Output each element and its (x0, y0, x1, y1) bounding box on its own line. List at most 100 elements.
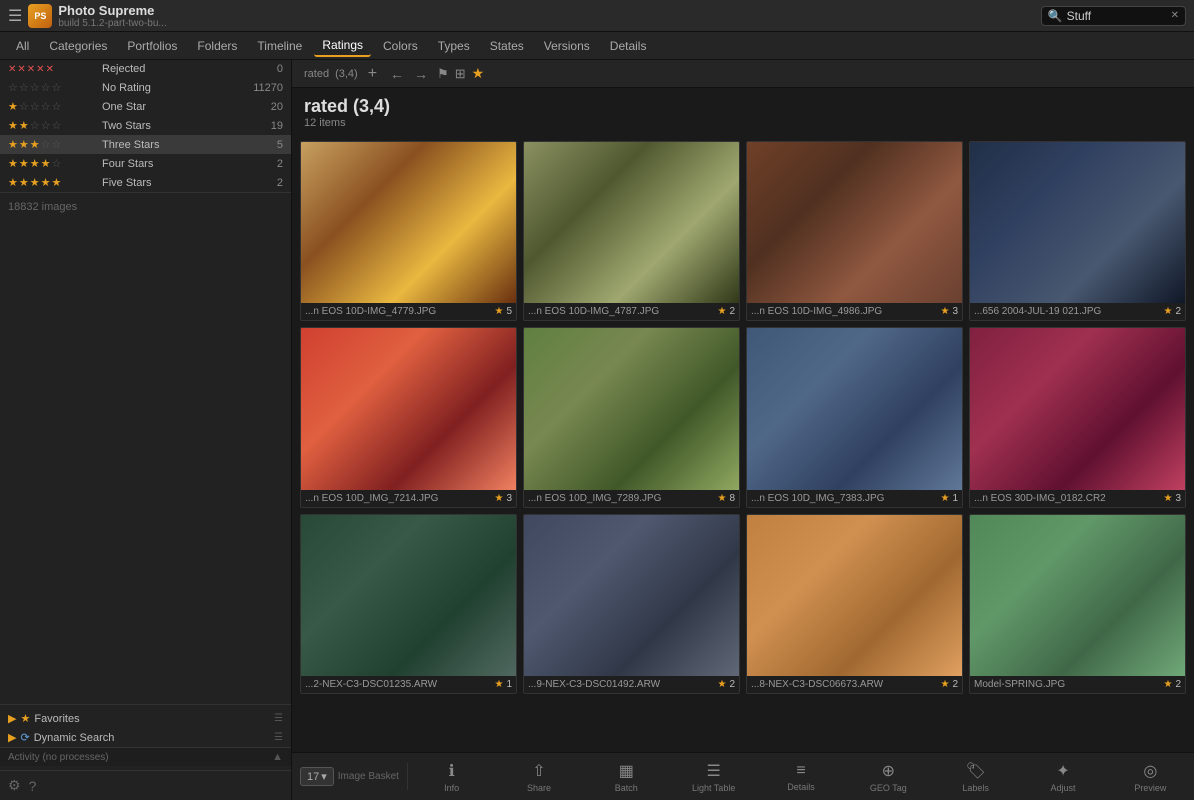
star-5: ☆ (52, 138, 62, 151)
photo-rating-3: 2 (1175, 306, 1181, 317)
dynamic-menu-icon[interactable]: ☰ (274, 732, 283, 743)
forward-button[interactable]: → (411, 66, 431, 82)
tab-categories[interactable]: Categories (41, 36, 115, 56)
photo-footer-7: ...n EOS 30D-IMG_0182.CR2★3 (970, 490, 1185, 507)
photo-star-3: ★ (1163, 306, 1172, 317)
search-box: 🔍 ✕ (1041, 6, 1186, 26)
tab-types[interactable]: Types (430, 36, 478, 56)
star-3: ★ (30, 138, 40, 151)
tab-colors[interactable]: Colors (375, 36, 426, 56)
star-1: ★ (8, 100, 18, 113)
stack-icon[interactable]: ⊞ (455, 66, 466, 82)
photo-item-0[interactable]: ...n EOS 10D-IMG_4779.JPG★5 (300, 141, 517, 321)
rating-row-four-stars[interactable]: ★ ★ ★ ★ ☆ Four Stars 2 (0, 154, 291, 173)
photo-star-1: ★ (717, 306, 726, 317)
reject-x-2: ✕ (17, 64, 25, 75)
photo-item-3[interactable]: ...656 2004-JUL-19 021.JPG★2 (969, 141, 1186, 321)
star-3: ★ (30, 157, 40, 170)
one-star-stars: ★ ☆ ☆ ☆ ☆ (8, 100, 98, 113)
photo-item-4[interactable]: ...n EOS 10D_IMG_7214.JPG★3 (300, 327, 517, 507)
photo-thumbnail-1 (524, 142, 739, 303)
rating-row-two-stars[interactable]: ★ ★ ☆ ☆ ☆ Two Stars 19 (0, 116, 291, 135)
add-icon[interactable]: ▲ (272, 751, 283, 763)
photo-star-7: ★ (1163, 493, 1172, 504)
image-basket-button[interactable]: 17 ▾ (300, 767, 334, 786)
details-icon: ≡ (796, 762, 805, 780)
rating-row-rejected[interactable]: ✕ ✕ ✕ ✕ ✕ Rejected 0 (0, 60, 291, 78)
rating-row-three-stars[interactable]: ★ ★ ★ ☆ ☆ Three Stars 5 (0, 135, 291, 154)
favorite-toggle[interactable]: ★ (472, 65, 485, 82)
sidebar-icons: ⚙ ? (0, 770, 291, 800)
sidebar: ✕ ✕ ✕ ✕ ✕ Rejected 0 ☆ ☆ ☆ ☆ ☆ No Rat (0, 60, 292, 800)
photo-item-10[interactable]: ...8-NEX-C3-DSC06673.ARW★2 (746, 514, 963, 694)
photo-rating-4: 3 (506, 493, 512, 504)
bottom-share[interactable]: ⇧ Share (495, 757, 582, 797)
photo-name-5: ...n EOS 10D_IMG_7289.JPG (528, 493, 714, 504)
bottom-info[interactable]: ℹ Info (408, 757, 495, 797)
light-table-icon: ☰ (706, 761, 720, 781)
photo-item-7[interactable]: ...n EOS 30D-IMG_0182.CR2★3 (969, 327, 1186, 507)
tab-states[interactable]: States (482, 36, 532, 56)
star-icon: ★ (20, 712, 30, 725)
photo-rating-5: 8 (729, 493, 735, 504)
star-4: ☆ (41, 100, 51, 113)
photo-item-6[interactable]: ...n EOS 10D_IMG_7383.JPG★1 (746, 327, 963, 507)
app-icon: PS (28, 4, 52, 28)
tab-all[interactable]: All (8, 36, 37, 56)
photo-item-11[interactable]: Model-SPRING.JPG★2 (969, 514, 1186, 694)
tab-portfolios[interactable]: Portfolios (119, 36, 185, 56)
filter-icon[interactable]: ⚑ (437, 66, 449, 82)
star-2: ★ (19, 119, 29, 132)
bottom-details[interactable]: ≡ Details (757, 758, 844, 796)
app-subtitle: build 5.1.2-part-two-bu... (58, 18, 166, 29)
share-label: Share (527, 783, 551, 793)
photo-item-9[interactable]: ...9-NEX-C3-DSC01492.ARW★2 (523, 514, 740, 694)
search-input[interactable] (1067, 9, 1167, 23)
geo-tag-icon: ⊕ (882, 761, 895, 781)
menu-icon[interactable]: ☰ (8, 6, 22, 26)
help-icon[interactable]: ? (29, 778, 37, 794)
clear-search-icon[interactable]: ✕ (1171, 10, 1179, 21)
photo-rating-9: 2 (729, 679, 735, 690)
photo-item-2[interactable]: ...n EOS 10D-IMG_4986.JPG★3 (746, 141, 963, 321)
bottom-geo-tag[interactable]: ⊕ GEO Tag (845, 757, 932, 797)
tab-versions[interactable]: Versions (536, 36, 598, 56)
bottom-batch[interactable]: ▦ Batch (583, 757, 670, 797)
photo-item-8[interactable]: ...2-NEX-C3-DSC01235.ARW★1 (300, 514, 517, 694)
sidebar-favorites[interactable]: ▶ ★ Favorites ☰ (0, 709, 291, 728)
tab-timeline[interactable]: Timeline (249, 36, 310, 56)
one-star-label: One Star (102, 101, 255, 113)
star-5: ☆ (52, 119, 62, 132)
rated-word: rated (304, 96, 348, 116)
star-3: ☆ (30, 100, 40, 113)
tab-details[interactable]: Details (602, 36, 655, 56)
tab-ratings[interactable]: Ratings (314, 35, 371, 57)
photo-star-10: ★ (940, 679, 949, 690)
rating-row-one-star[interactable]: ★ ☆ ☆ ☆ ☆ One Star 20 (0, 97, 291, 116)
dynamic-search-label: Dynamic Search (34, 732, 115, 744)
add-filter-button[interactable]: + (364, 65, 381, 83)
folder-menu-icon[interactable]: ☰ (274, 713, 283, 724)
photo-item-1[interactable]: ...n EOS 10D-IMG_4787.JPG★2 (523, 141, 740, 321)
back-button[interactable]: ← (387, 66, 407, 82)
no-star-2: ☆ (19, 81, 29, 94)
photo-name-6: ...n EOS 10D_IMG_7383.JPG (751, 493, 937, 504)
sidebar-bottom: ▶ ★ Favorites ☰ ▶ ⟳ Dynamic Search ☰ Act… (0, 704, 291, 770)
bottom-labels[interactable]: 🏷 Labels (932, 757, 1019, 797)
rating-row-no-rating[interactable]: ☆ ☆ ☆ ☆ ☆ No Rating 11270 (0, 78, 291, 97)
two-stars-label: Two Stars (102, 120, 255, 132)
rating-row-five-stars[interactable]: ★ ★ ★ ★ ★ Five Stars 2 (0, 173, 291, 192)
star-1: ★ (8, 176, 18, 189)
navbar: All Categories Portfolios Folders Timeli… (0, 32, 1194, 60)
tab-folders[interactable]: Folders (189, 36, 245, 56)
star-5: ☆ (52, 100, 62, 113)
settings-icon[interactable]: ⚙ (8, 777, 21, 794)
sidebar-dynamic-search[interactable]: ▶ ⟳ Dynamic Search ☰ (0, 728, 291, 747)
bottom-preview[interactable]: ◎ Preview (1107, 757, 1194, 797)
photo-rating-7: 3 (1175, 493, 1181, 504)
breadcrumb-bar: rated (3,4) + ← → ⚑ ⊞ ★ (292, 60, 1194, 88)
photo-item-5[interactable]: ...n EOS 10D_IMG_7289.JPG★8 (523, 327, 740, 507)
bottom-adjust[interactable]: ✦ Adjust (1019, 757, 1106, 797)
bottom-light-table[interactable]: ☰ Light Table (670, 757, 757, 797)
photo-star-8: ★ (494, 679, 503, 690)
